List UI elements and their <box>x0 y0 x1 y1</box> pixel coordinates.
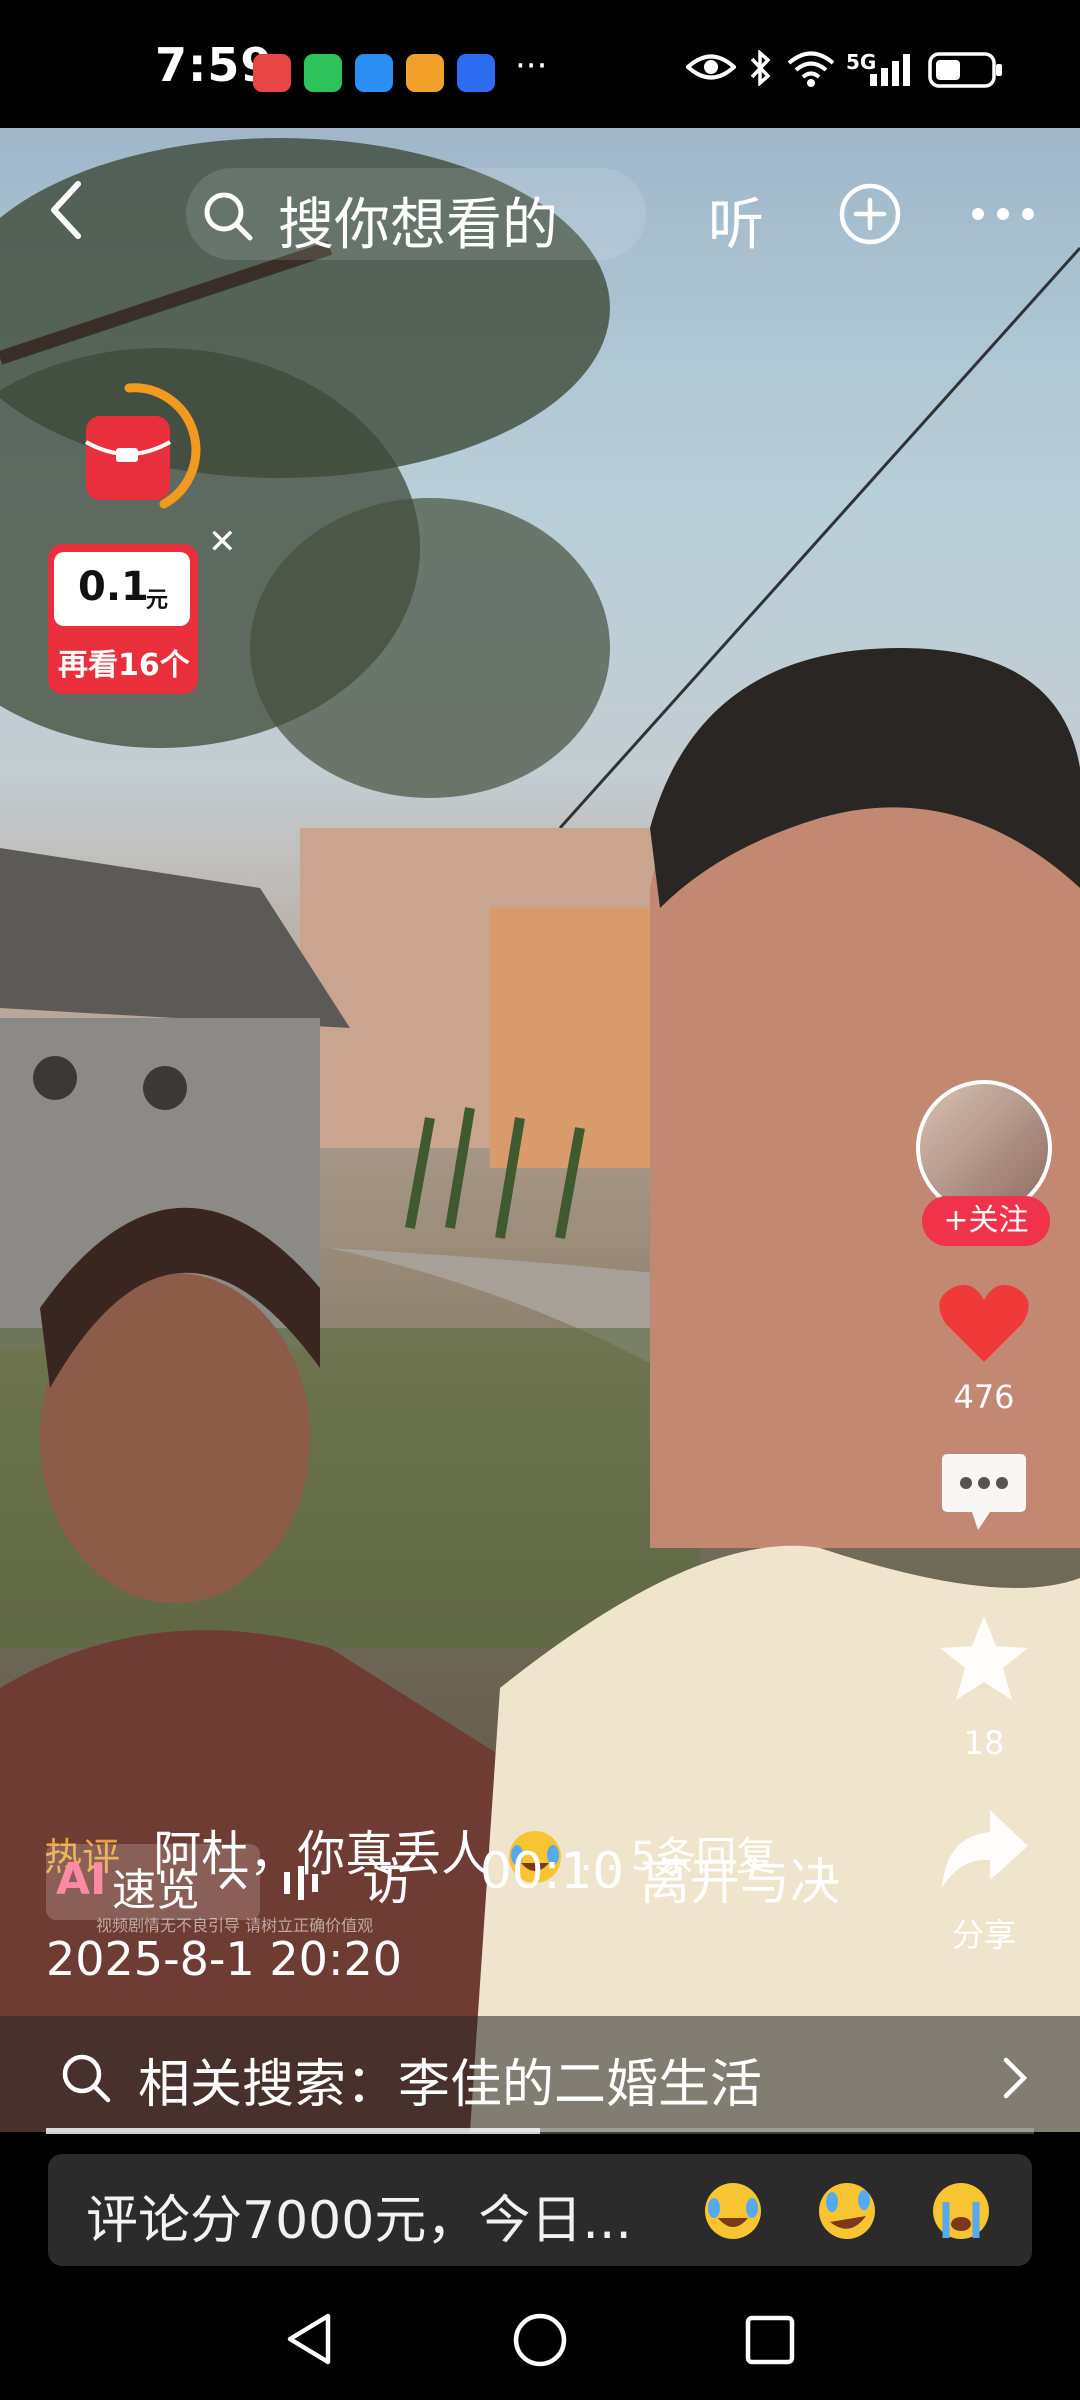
audio-wave-icon <box>284 1866 318 1900</box>
follow-button[interactable]: +关注 <box>922 1196 1050 1246</box>
video-title-fragment: 访 <box>362 1853 412 1911</box>
recents-square-icon[interactable] <box>744 2314 796 2366</box>
search-placeholder: 搜你想看的 <box>278 193 558 258</box>
signal-icon <box>870 54 910 86</box>
red-packet-icon <box>85 383 201 509</box>
status-bar: 7:59 ··· 5G <box>0 0 1080 128</box>
reward-amount: 0.1 <box>78 564 149 610</box>
reward-card: 0.1 元 再看16个 <box>48 544 198 694</box>
back-icon[interactable] <box>46 180 86 240</box>
favorite-icon[interactable] <box>936 1612 1032 1704</box>
share-icon[interactable] <box>938 1806 1030 1892</box>
bulb-app-icon <box>457 54 495 92</box>
more-notifications-icon: ··· <box>515 46 548 86</box>
crying-laughing-emoji-icon[interactable] <box>700 2178 766 2244</box>
listen-button[interactable]: 听 <box>708 180 764 261</box>
system-navigation-bar <box>0 2270 1080 2400</box>
comment-input-text[interactable]: 评论分7000元，今日... <box>86 2178 632 2253</box>
sobbing-emoji-icon[interactable] <box>928 2178 994 2244</box>
back-triangle-icon[interactable] <box>284 2312 334 2366</box>
home-circle-icon[interactable] <box>512 2312 568 2368</box>
post-date: 2025-8-1 20:20 <box>46 1932 402 1986</box>
more-options-icon[interactable] <box>970 206 1036 222</box>
bluetooth-icon <box>750 50 771 86</box>
reward-task: 再看16个 <box>58 648 190 683</box>
wifi-icon <box>787 51 835 87</box>
eye-icon <box>686 54 736 80</box>
red-packet-widget[interactable]: 0.1 元 再看16个 <box>48 378 204 798</box>
like-count: 476 <box>953 1378 1015 1416</box>
reward-amount-box: 0.1 元 <box>54 552 190 626</box>
like-icon[interactable] <box>936 1280 1032 1366</box>
video-player[interactable]: 搜你想看的 听 0.1 元 再看16个 ✕ +关注 476 18 分享 热评 阿… <box>0 128 1080 2132</box>
comment-input-bar[interactable]: 评论分7000元，今日... <box>48 2154 1032 2266</box>
rolling-laughing-emoji-icon[interactable] <box>814 2178 880 2244</box>
ai-summary-chip[interactable]: AI 速览 <box>46 1844 260 1920</box>
battery-icon <box>928 52 1002 88</box>
video-app-icon <box>406 54 444 92</box>
video-progress-bar[interactable] <box>46 2128 1034 2134</box>
chevron-up-icon <box>219 1872 247 1890</box>
chapter-caption: 离开与决 <box>640 1853 840 1911</box>
video-progress-fill <box>46 2128 540 2134</box>
close-icon[interactable]: ✕ <box>208 522 237 562</box>
related-search-bar[interactable]: 相关搜索：李佳的二婚生活 <box>0 2016 1080 2132</box>
comment-icon[interactable] <box>938 1450 1030 1536</box>
search-bar[interactable]: 搜你想看的 <box>186 168 646 260</box>
wechat-icon <box>304 54 342 92</box>
ai-summary-label: 速览 <box>112 1865 200 1916</box>
red-app-icon <box>253 54 291 92</box>
search-icon <box>204 192 253 241</box>
add-icon[interactable] <box>838 182 902 246</box>
share-label[interactable]: 分享 <box>924 1910 1044 1956</box>
related-search-text: 相关搜索：李佳的二婚生活 <box>138 2055 763 2115</box>
chapter-timestamp[interactable]: 00:10 <box>480 1842 624 1900</box>
search-app-icon <box>355 54 393 92</box>
chevron-right-icon <box>1003 2057 1028 2099</box>
search-icon <box>62 2054 111 2103</box>
reward-unit: 元 <box>146 588 169 613</box>
ai-badge: AI <box>56 1854 107 1905</box>
favorite-count: 18 <box>963 1724 1005 1762</box>
